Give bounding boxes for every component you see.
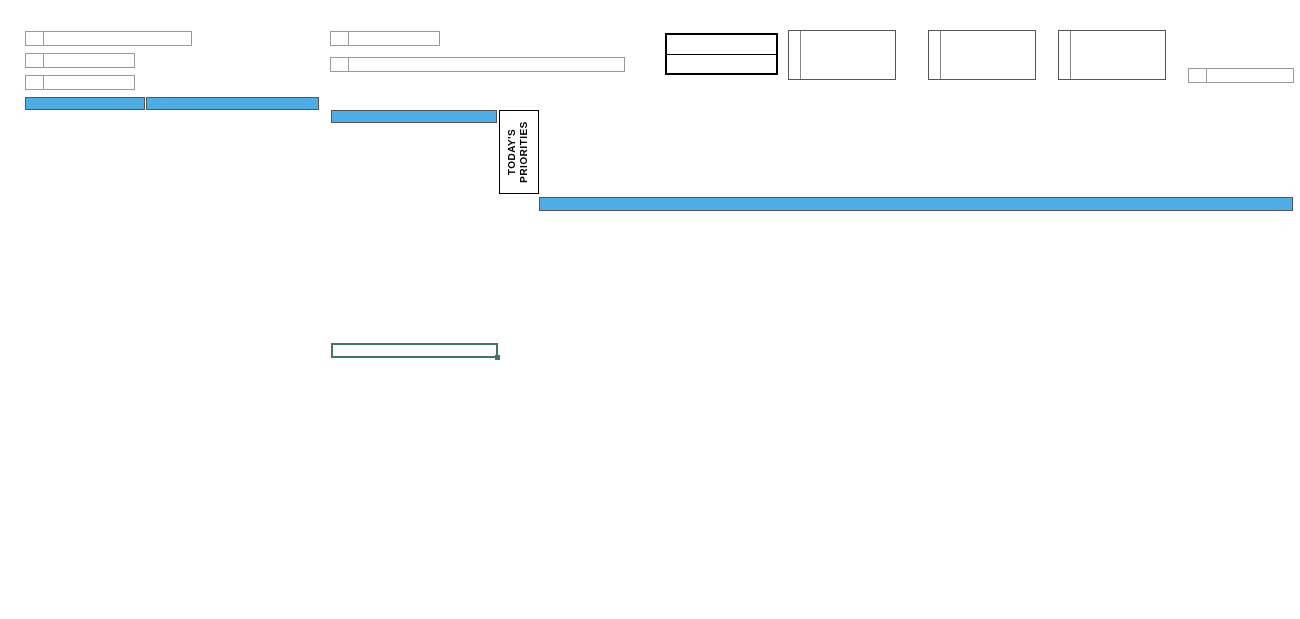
mini-calendar-table [801,31,895,79]
step-button-4[interactable] [330,31,440,46]
step-number [26,76,44,89]
step-number [1189,69,1207,82]
step-button-5[interactable] [330,57,625,72]
appointments-header [539,197,1293,211]
active-cell-selection[interactable] [331,343,498,358]
roles-header [25,97,145,110]
mini-calendar-month-label [929,31,942,79]
mini-calendar-month-label [1059,31,1072,79]
step-number [26,32,44,45]
step-button-3[interactable] [25,75,135,90]
week-title-box [665,33,778,75]
goals-header [146,97,319,110]
step-button-2[interactable] [25,53,135,68]
mini-calendar-month-label [789,31,802,79]
mini-calendar-dec [788,30,896,80]
selection-fill-handle[interactable] [495,355,500,360]
step-label [349,32,439,45]
week-number [667,55,776,74]
step-button-6[interactable] [1188,68,1294,83]
week-date-range [667,35,776,55]
mini-calendar-table [941,31,1035,79]
step-label [44,54,134,67]
weekly-priorities-header [331,110,497,123]
step-label [1207,69,1293,82]
todays-priorities-header: TODAY'S PRIORITIES [499,110,539,194]
step-number [331,32,349,45]
step-number [26,54,44,67]
step-label [44,76,134,89]
mini-calendar-feb [1058,30,1166,80]
step-label [44,32,191,45]
mini-calendar-jan [928,30,1036,80]
todays-priorities-label: TODAY'S PRIORITIES [507,121,530,183]
step-number [331,58,349,71]
mini-calendar-table [1071,31,1165,79]
step-button-1[interactable] [25,31,192,46]
step-label [349,58,624,71]
